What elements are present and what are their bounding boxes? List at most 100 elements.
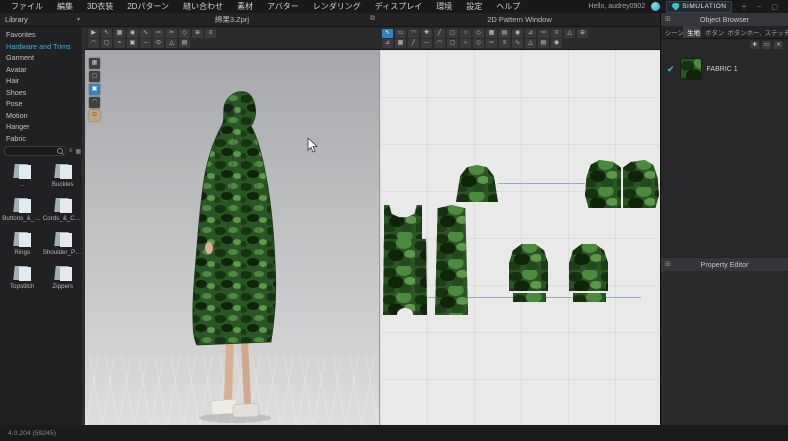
- pattern-piece-back-panel[interactable]: [435, 205, 468, 315]
- library-nav-item[interactable]: Hanger: [0, 121, 85, 133]
- restore-icon[interactable]: ▢: [769, 3, 780, 11]
- copy-fabric-icon[interactable]: ▭: [762, 41, 771, 49]
- chevron-down-icon[interactable]: ▾: [77, 16, 80, 23]
- polygon-tool-icon[interactable]: ╱: [434, 29, 445, 38]
- library-nav-item[interactable]: Pose: [0, 98, 85, 110]
- menu-item[interactable]: 3D衣装: [80, 1, 120, 12]
- pattern-piece-sleeve-right[interactable]: [569, 243, 608, 291]
- edit-curvature-icon[interactable]: ◠: [408, 29, 419, 38]
- library-nav-item[interactable]: Fabric: [0, 133, 85, 145]
- list-view-icon[interactable]: ≡: [69, 148, 73, 154]
- rectangle-tool-icon[interactable]: ◻: [447, 29, 458, 38]
- fabric-fill-icon[interactable]: ▤: [538, 39, 549, 48]
- pattern-piece-collar[interactable]: [456, 165, 498, 202]
- library-nav-item[interactable]: Garment: [0, 52, 85, 64]
- object-browser-tab[interactable]: ステッチ: [761, 26, 788, 38]
- 2d-pattern-canvas[interactable]: [379, 50, 660, 425]
- arrangement-icon[interactable]: ◇: [179, 29, 190, 38]
- object-browser-tab[interactable]: 生地: [683, 26, 701, 38]
- object-browser-tab[interactable]: シーン: [661, 26, 683, 38]
- menu-item[interactable]: ファイル: [4, 1, 50, 12]
- seam-icon[interactable]: ═: [153, 29, 164, 38]
- delete-fabric-icon[interactable]: ✕: [774, 41, 783, 49]
- fold-line-icon[interactable]: ◠: [434, 39, 445, 48]
- property-editor-header[interactable]: ⊞ Property Editor: [661, 258, 788, 271]
- show-seamline-icon[interactable]: ◠: [89, 97, 100, 108]
- library-nav-item[interactable]: Hardware and Trims: [0, 41, 85, 53]
- menu-item[interactable]: 設定: [459, 1, 489, 12]
- pin-box-icon[interactable]: ◻: [101, 39, 112, 48]
- avatar-3d-model[interactable]: [85, 50, 379, 425]
- pattern-piece-front-bodice[interactable]: [384, 205, 422, 239]
- minimize-icon[interactable]: –: [755, 3, 763, 10]
- library-nav-item[interactable]: Favorites: [0, 29, 85, 41]
- pattern-outline-icon[interactable]: ◻: [447, 39, 458, 48]
- baseline-icon[interactable]: ≡: [499, 39, 510, 48]
- simulation-mode-badge[interactable]: SIMULATION: [666, 1, 732, 13]
- sewing-icon[interactable]: ∿: [140, 29, 151, 38]
- library-folder[interactable]: Cords_&_Cord_E: [43, 198, 84, 222]
- menu-item[interactable]: 編集: [50, 1, 80, 12]
- library-scrollbar[interactable]: [82, 27, 85, 425]
- fabric-list-item[interactable]: ✔ FABRIC 1: [665, 56, 784, 82]
- dart-tool-icon[interactable]: ◇: [473, 29, 484, 38]
- internal-circle-icon[interactable]: ◉: [512, 29, 523, 38]
- 3d-viewport-canvas[interactable]: ▦ ◻ ▣ ◠ ⊙: [85, 50, 379, 425]
- menu-item[interactable]: レンダリング: [306, 1, 368, 12]
- object-browser-header[interactable]: ⊞ Object Browser: [661, 13, 788, 26]
- grain-line-icon[interactable]: △: [525, 39, 536, 48]
- shape-circle-icon[interactable]: ○: [460, 39, 471, 48]
- tape-icon[interactable]: ⊙: [153, 39, 164, 48]
- internal-polygon-icon[interactable]: ▦: [486, 29, 497, 38]
- dock-icon[interactable]: ⊞: [665, 260, 671, 268]
- check-icon[interactable]: ✔: [667, 64, 675, 75]
- menu-item[interactable]: ヘルプ: [489, 1, 527, 12]
- gizmo-icon[interactable]: ⊕: [192, 29, 203, 38]
- segment-sewing-icon[interactable]: ▦: [395, 39, 406, 48]
- tack-icon[interactable]: ─: [140, 39, 151, 48]
- pattern-piece-sleeve-left[interactable]: [509, 243, 548, 291]
- library-nav-item[interactable]: Hair: [0, 75, 85, 87]
- library-folder[interactable]: Buckles: [43, 164, 84, 188]
- select-mesh-icon[interactable]: ▦: [114, 29, 125, 38]
- show-avatar-icon[interactable]: ⊙: [89, 110, 100, 121]
- edit-sewing-icon[interactable]: ⊿: [382, 39, 393, 48]
- pattern-piece-front-panel[interactable]: [383, 239, 427, 315]
- solidify-icon[interactable]: ▣: [127, 39, 138, 48]
- show-garment-icon[interactable]: ◻: [89, 71, 100, 82]
- wave-icon[interactable]: ∿: [512, 39, 523, 48]
- view-mode-icon[interactable]: ▦: [89, 58, 100, 69]
- menu-item[interactable]: 縫い合わせ: [176, 1, 230, 12]
- library-nav-item[interactable]: Motion: [0, 110, 85, 122]
- library-folder[interactable]: Shoulder_Pads: [43, 232, 84, 256]
- internal-rect-icon[interactable]: ▤: [499, 29, 510, 38]
- object-browser-tab[interactable]: ボタンホール: [724, 26, 761, 38]
- menu-item[interactable]: 2Dパターン: [120, 1, 176, 12]
- pattern-piece-cuff-right[interactable]: [573, 293, 606, 302]
- pattern-piece-cuff-left[interactable]: [513, 293, 546, 302]
- circle-tool-icon[interactable]: ○: [460, 29, 471, 38]
- pattern-piece-hood-right[interactable]: [623, 160, 659, 208]
- simulate-icon[interactable]: ▶: [88, 29, 99, 38]
- show-3d-pattern-icon[interactable]: ▣: [89, 84, 100, 95]
- add-point-icon[interactable]: ✚: [421, 29, 432, 38]
- pin-icon[interactable]: ◉: [127, 29, 138, 38]
- library-nav-item[interactable]: Avatar: [0, 64, 85, 76]
- library-folder[interactable]: Topstitch: [2, 266, 43, 290]
- 3d-window-titlebar[interactable]: 綿果3.Zprj ⧉: [85, 13, 379, 27]
- menu-item[interactable]: アバター: [260, 1, 306, 12]
- trace-icon[interactable]: ⊿: [525, 29, 536, 38]
- fold-arrangement-icon[interactable]: ◠: [88, 39, 99, 48]
- free-sewing-icon[interactable]: ╱: [408, 39, 419, 48]
- select-move-icon[interactable]: ↖: [101, 29, 112, 38]
- 2d-window-titlebar[interactable]: 2D Pattern Window: [379, 13, 660, 27]
- seam-allowance-icon[interactable]: ═: [486, 39, 497, 48]
- library-header[interactable]: Library ▾: [0, 13, 85, 27]
- measure-icon[interactable]: △: [166, 39, 177, 48]
- dock-icon[interactable]: ⊞: [665, 15, 671, 23]
- search-input[interactable]: [4, 146, 66, 156]
- transform-pattern-icon[interactable]: ↖: [382, 29, 393, 38]
- edit-pattern-icon[interactable]: ▭: [395, 29, 406, 38]
- library-nav-item[interactable]: Shoes: [0, 87, 85, 99]
- menu-item[interactable]: ディスプレイ: [368, 1, 429, 12]
